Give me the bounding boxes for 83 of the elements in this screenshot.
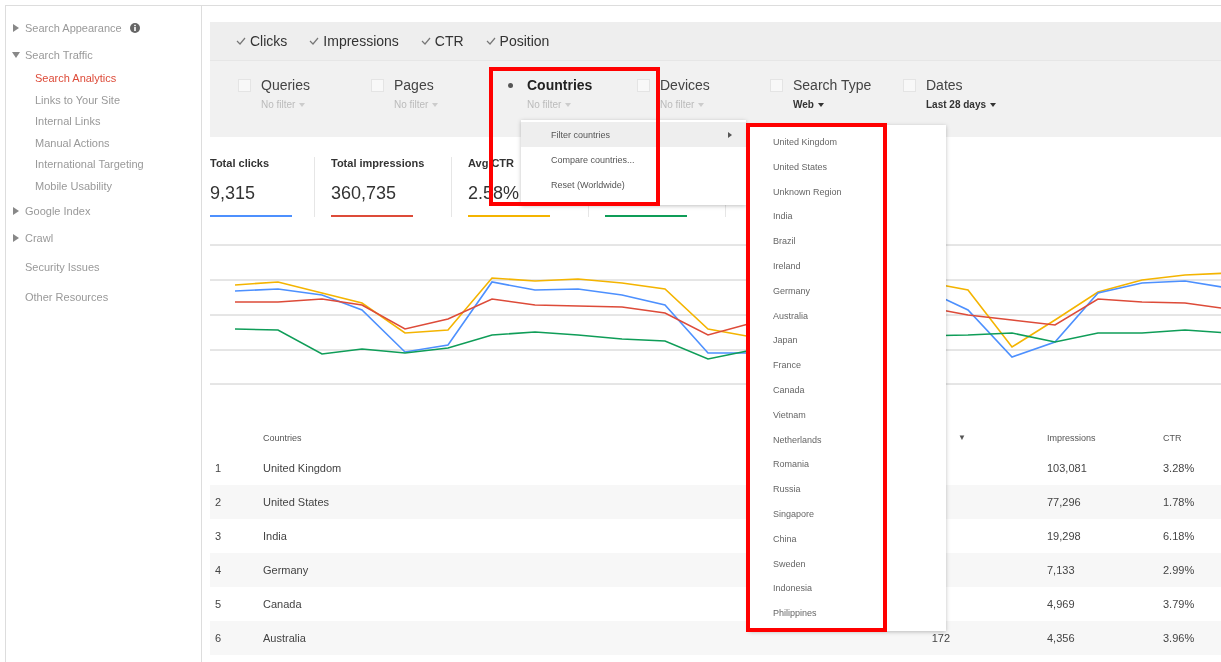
metric-toggle-label: CTR — [434, 33, 464, 49]
country-option[interactable]: Unknown Region — [773, 179, 842, 205]
filter-tab[interactable]: Devices — [660, 77, 710, 93]
metric-toggle[interactable]: Clicks — [236, 33, 288, 49]
metric-value: 360,735 — [331, 183, 397, 204]
table-cell: 6 — [215, 632, 222, 644]
caret-icon — [432, 102, 439, 107]
menu-item[interactable]: Compare countries... — [521, 147, 746, 172]
country-option[interactable]: Romania — [773, 452, 810, 478]
filter-tab[interactable]: Queries — [261, 77, 311, 93]
menu-item[interactable]: Filter countries — [521, 122, 746, 147]
column-header[interactable]: CTR — [1163, 432, 1182, 443]
country-option[interactable]: Singapore — [773, 501, 815, 527]
country-option[interactable]: Philippines — [773, 601, 817, 626]
table-cell: Australia — [263, 632, 306, 644]
expand-arrow-icon[interactable] — [12, 234, 20, 243]
table-cell: 172 — [931, 632, 950, 644]
metric-toggle[interactable]: Position — [485, 33, 550, 49]
caret-icon — [299, 102, 306, 107]
country-option[interactable]: Vietnam — [773, 402, 806, 428]
table-cell: 19,298 — [1047, 530, 1081, 542]
filter-dropdown[interactable]: Web — [770, 99, 903, 110]
country-option[interactable]: Germany — [773, 278, 810, 304]
metric-toggle-label: Impressions — [323, 33, 399, 49]
caret-icon — [817, 102, 824, 107]
table-cell: 1.78% — [1163, 496, 1195, 508]
table-cell: 3.28% — [1163, 462, 1195, 474]
table-cell: 3.96% — [1163, 632, 1195, 644]
table-cell: 103,081 — [1047, 462, 1087, 474]
expand-arrow-icon[interactable] — [12, 23, 20, 32]
country-option[interactable]: Sweden — [773, 551, 806, 577]
caret-icon — [565, 102, 572, 107]
metric-label: Total clicks — [210, 157, 270, 169]
table-cell: 4,969 — [1047, 598, 1075, 610]
table-cell: 1 — [215, 462, 222, 474]
table-cell: 4,356 — [1047, 632, 1075, 644]
table-cell: 2.99% — [1163, 564, 1195, 576]
country-option[interactable]: Japan — [773, 328, 798, 354]
metric-toggle[interactable]: CTR — [420, 33, 464, 49]
table-cell: India — [263, 530, 287, 542]
filter-tab[interactable]: Dates — [926, 77, 963, 93]
metric-toggle[interactable]: Impressions — [309, 33, 399, 49]
sort-arrow-icon[interactable]: ▼ — [958, 433, 970, 442]
table-cell: Germany — [263, 564, 309, 576]
metric-toggle-label: Position — [499, 33, 550, 49]
country-option[interactable]: United States — [773, 154, 828, 180]
table-cell: 2 — [215, 496, 222, 508]
filter-tab[interactable]: Search Type — [793, 77, 872, 93]
menu-item[interactable]: Reset (Worldwide) — [521, 172, 746, 197]
country-option[interactable]: Russia — [773, 477, 801, 502]
filter-tab[interactable]: Countries — [527, 77, 593, 93]
table-cell: United States — [263, 496, 330, 508]
country-option[interactable]: France — [773, 353, 801, 378]
country-option[interactable]: Ireland — [773, 254, 801, 279]
table-cell: 3.79% — [1163, 598, 1195, 610]
country-option[interactable]: Brazil — [773, 229, 796, 254]
country-option[interactable]: Canada — [773, 377, 805, 403]
country-option[interactable]: United Kingdom — [773, 130, 838, 155]
caret-icon — [698, 102, 705, 107]
country-option[interactable]: Australia — [773, 303, 808, 329]
table-cell: 7,133 — [1047, 564, 1075, 576]
metric-label: Total impressions — [331, 157, 425, 169]
column-header[interactable]: Countries — [263, 432, 302, 443]
caret-icon — [990, 102, 997, 107]
table-cell: Canada — [263, 598, 302, 610]
table-cell: 77,296 — [1047, 496, 1081, 508]
expand-arrow-icon[interactable] — [12, 207, 20, 216]
metric-toggle-label: Clicks — [250, 33, 288, 49]
table-cell: 5 — [215, 598, 222, 610]
table-cell: 4 — [215, 564, 222, 576]
metric-value: 9,315 — [210, 183, 256, 204]
column-header[interactable]: Impressions — [1047, 432, 1096, 443]
country-option[interactable]: Netherlands — [773, 427, 822, 453]
country-option[interactable]: China — [773, 526, 797, 552]
table-cell: 6.18% — [1163, 530, 1195, 542]
filter-dropdown[interactable]: Last 28 days — [903, 99, 1036, 110]
country-option[interactable]: India — [773, 204, 793, 230]
table-cell: 3 — [215, 530, 222, 542]
expand-arrow-icon[interactable] — [12, 50, 20, 59]
sidebar-subitem[interactable]: Search Analytics — [12, 68, 201, 90]
country-option[interactable]: Indonesia — [773, 576, 813, 602]
table-cell: United Kingdom — [263, 462, 342, 474]
filter-tab[interactable]: Pages — [394, 77, 434, 93]
